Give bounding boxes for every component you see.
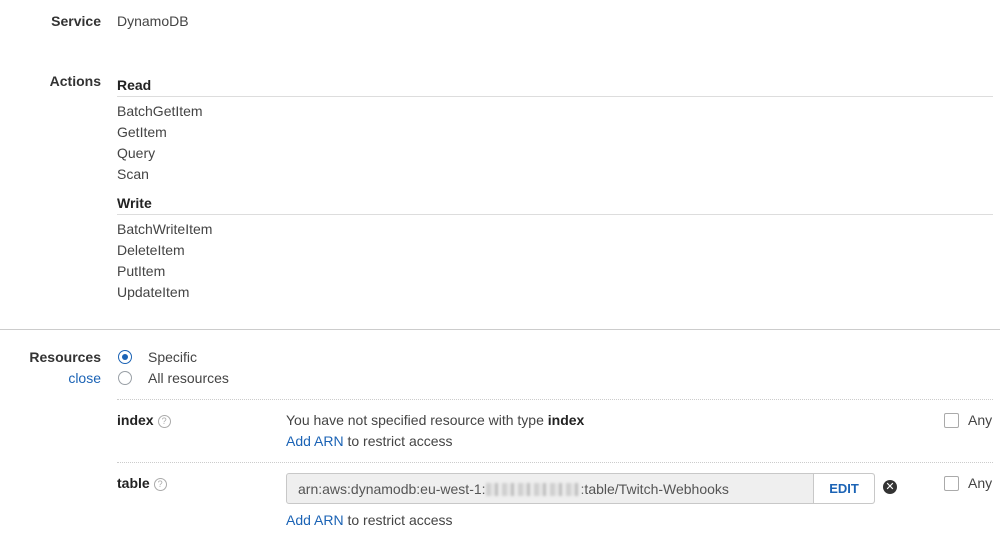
resource-type-name: index xyxy=(117,412,154,428)
index-message-type: index xyxy=(547,412,585,428)
index-message-prefix: You have not specified resource with typ… xyxy=(286,412,548,428)
radio-all-resources-label[interactable]: All resources xyxy=(148,370,229,386)
resources-close-link[interactable]: close xyxy=(68,370,101,386)
service-value: DynamoDB xyxy=(117,13,189,29)
table-add-arn: Add ARN to restrict access xyxy=(286,512,453,528)
action-item: UpdateItem xyxy=(117,284,190,300)
index-message: You have not specified resource with typ… xyxy=(286,412,584,428)
index-any-label[interactable]: Any xyxy=(968,412,992,428)
index-any-checkbox[interactable] xyxy=(944,413,959,428)
question-circle-icon[interactable]: ? xyxy=(157,415,171,428)
table-any-checkbox[interactable] xyxy=(944,476,959,491)
resource-divider xyxy=(117,399,993,400)
actions-label: Actions xyxy=(49,73,101,89)
resources-label: Resources xyxy=(29,349,101,365)
edit-arn-button[interactable]: EDIT xyxy=(813,474,874,503)
arn-suffix: :table/Twitch-Webhooks xyxy=(580,481,729,497)
action-item: BatchGetItem xyxy=(117,103,203,119)
question-circle-icon[interactable]: ? xyxy=(153,478,167,491)
action-group-write-title: Write xyxy=(117,195,152,211)
action-item: Query xyxy=(117,145,156,161)
action-group-read-title: Read xyxy=(117,77,152,93)
action-item: Scan xyxy=(117,166,149,182)
radio-specific[interactable] xyxy=(118,350,132,364)
radio-all-resources[interactable] xyxy=(118,371,132,385)
resource-type-name: table xyxy=(117,475,150,491)
service-label: Service xyxy=(51,13,101,29)
index-add-arn: Add ARN to restrict access xyxy=(286,433,453,449)
arn-prefix: arn:aws:dynamodb:eu-west-1: xyxy=(298,481,486,497)
read-divider xyxy=(117,96,993,97)
action-item: PutItem xyxy=(117,263,166,279)
table-any-label[interactable]: Any xyxy=(968,475,992,491)
write-divider xyxy=(117,214,993,215)
arn-value: arn:aws:dynamodb:eu-west-1: :table/Twitch… xyxy=(298,481,729,497)
section-divider xyxy=(0,329,1000,330)
action-item: DeleteItem xyxy=(117,242,185,258)
radio-specific-label[interactable]: Specific xyxy=(148,349,197,365)
resource-type-table: table? xyxy=(117,475,167,491)
arn-field[interactable]: arn:aws:dynamodb:eu-west-1: :table/Twitch… xyxy=(286,473,875,504)
redacted-account-id xyxy=(485,483,581,496)
remove-circle-icon[interactable]: ✕ xyxy=(883,480,897,494)
add-arn-link[interactable]: Add ARN xyxy=(286,433,344,449)
add-arn-suffix: to restrict access xyxy=(343,512,453,528)
action-item: BatchWriteItem xyxy=(117,221,213,237)
resource-type-index: index? xyxy=(117,412,171,428)
action-item: GetItem xyxy=(117,124,167,140)
add-arn-link[interactable]: Add ARN xyxy=(286,512,344,528)
resource-divider xyxy=(117,462,993,463)
add-arn-suffix: to restrict access xyxy=(343,433,453,449)
